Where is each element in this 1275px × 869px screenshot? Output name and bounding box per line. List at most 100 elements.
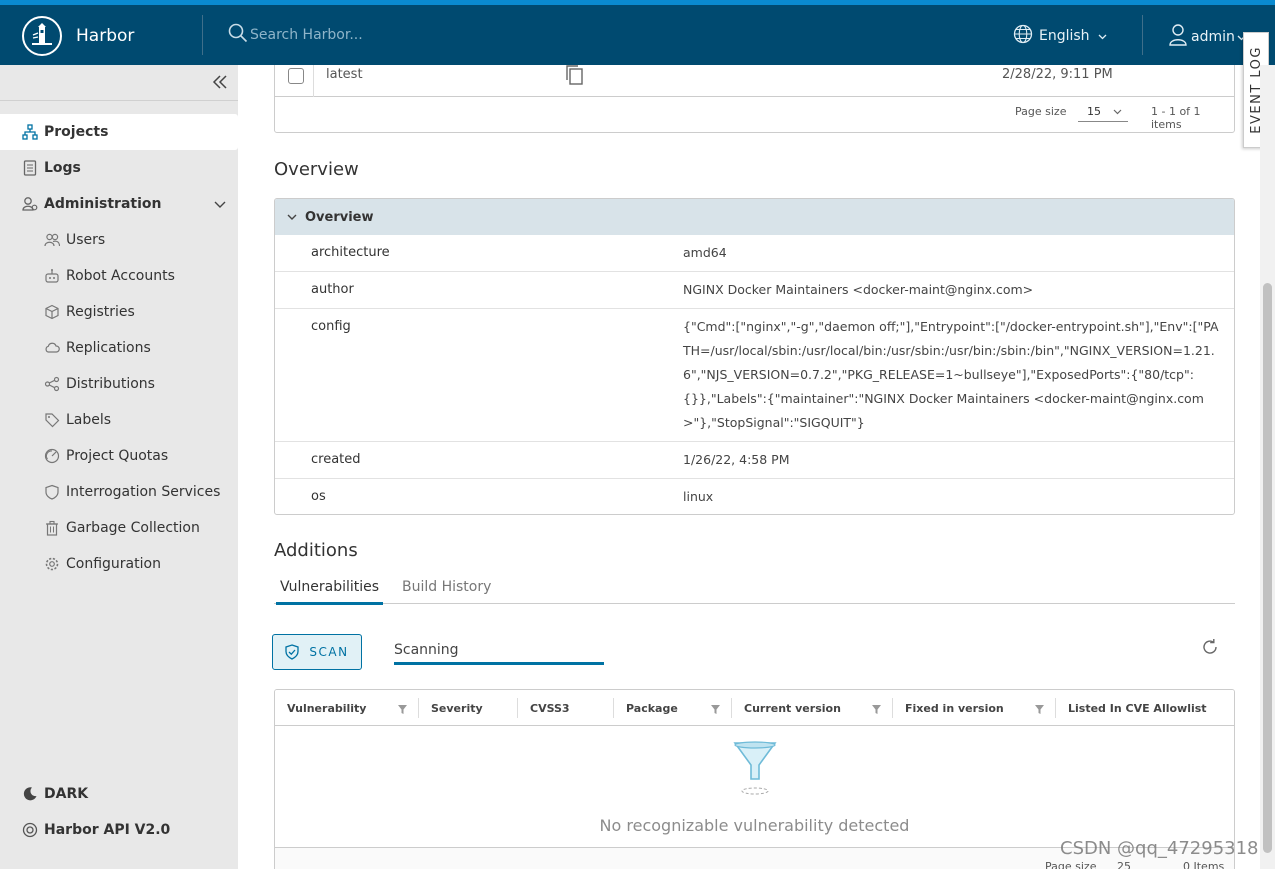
sidebar-item-projects[interactable]: Projects (0, 114, 238, 150)
row-checkbox[interactable] (288, 68, 304, 84)
overview-row: created 1/26/22, 4:58 PM (275, 442, 1234, 479)
shield-icon (44, 484, 60, 500)
sidebar-item-label: Administration (44, 196, 162, 212)
sidebar-item-configuration[interactable]: Configuration (0, 546, 238, 582)
overview-row: architecture amd64 (275, 235, 1234, 272)
scan-button-label: SCAN (309, 645, 349, 659)
search-input[interactable] (250, 27, 550, 43)
column-label: Severity (431, 701, 483, 715)
filter-icon[interactable] (711, 704, 720, 717)
column-label: Listed In CVE Allowlist (1068, 701, 1207, 715)
collapse-sidebar-icon[interactable] (212, 74, 228, 90)
chevron-down-icon (1113, 105, 1122, 118)
harbor-api-link[interactable]: Harbor API V2.0 (0, 812, 238, 848)
distributions-icon (44, 376, 60, 392)
brand[interactable]: Harbor (22, 16, 134, 56)
robot-icon (44, 268, 60, 284)
column-header-package[interactable]: Package (614, 690, 732, 726)
dark-mode-toggle[interactable]: DARK (0, 776, 238, 812)
sidebar-item-label: Garbage Collection (66, 520, 200, 536)
labels-icon (44, 412, 60, 428)
overview-panel-header[interactable]: Overview (275, 199, 1234, 235)
sidebar-item-label: Users (66, 232, 106, 248)
overview-panel: Overview architecture amd64 author NGINX… (274, 198, 1235, 515)
column-header-cvss3[interactable]: CVSS3 (518, 690, 614, 726)
sidebar-item-garbage-collection[interactable]: Garbage Collection (0, 510, 238, 546)
column-header-cve-allowlist[interactable]: Listed In CVE Allowlist (1056, 690, 1234, 726)
scan-progress-bar (394, 662, 604, 665)
sidebar-item-label: Project Quotas (66, 448, 169, 464)
refresh-icon[interactable] (1201, 638, 1219, 660)
filter-icon[interactable] (1035, 704, 1044, 717)
chevron-down-icon (287, 214, 297, 221)
tag-name: latest (326, 67, 363, 82)
sidebar-item-distributions[interactable]: Distributions (0, 366, 238, 402)
sidebar-item-administration[interactable]: Administration (0, 186, 238, 222)
overview-value: NGINX Docker Maintainers <docker-maint@n… (683, 282, 1034, 297)
table-row[interactable]: latest 2/28/22, 9:11 PM (275, 65, 1234, 97)
copy-icon[interactable] (565, 65, 585, 90)
gear-icon (44, 556, 60, 572)
overview-key: config (311, 319, 351, 334)
page-size-select[interactable]: 15 (1078, 100, 1128, 122)
grid-header: Vulnerability Severity CVSS3 Package Cur… (275, 690, 1234, 726)
watermark: CSDN @qq_47295318 (1060, 838, 1259, 859)
language-selector[interactable]: English (1013, 24, 1107, 48)
overview-row: author NGINX Docker Maintainers <docker-… (275, 272, 1234, 309)
app-name: Harbor (76, 26, 135, 46)
sidebar-item-users[interactable]: Users (0, 222, 238, 258)
sidebar-item-replications[interactable]: Replications (0, 330, 238, 366)
overview-value: amd64 (683, 245, 727, 260)
overview-key: os (311, 489, 326, 504)
overview-panel-title: Overview (305, 209, 374, 225)
overview-row: config {"Cmd":["nginx","-g","daemon off;… (275, 309, 1234, 442)
filter-icon[interactable] (872, 704, 881, 717)
harbor-logo-icon (22, 16, 62, 56)
user-icon (1169, 24, 1187, 50)
additions-tabs: Vulnerabilities Build History (274, 572, 1235, 605)
tab-build-history[interactable]: Build History (402, 579, 491, 595)
sidebar-item-project-quotas[interactable]: Project Quotas (0, 438, 238, 474)
column-label: Current version (744, 701, 841, 715)
overview-value: linux (683, 489, 714, 504)
scan-status: Scanning (394, 642, 459, 658)
api-icon (22, 822, 38, 838)
scrollbar-thumb[interactable] (1263, 283, 1272, 853)
sidebar-item-label: Registries (66, 304, 135, 320)
filter-icon[interactable] (398, 704, 407, 717)
content-scrollbar[interactable] (1260, 65, 1275, 869)
sidebar-item-robot-accounts[interactable]: Robot Accounts (0, 258, 238, 294)
sidebar-item-label: Distributions (66, 376, 155, 392)
column-header-vulnerability[interactable]: Vulnerability (275, 690, 419, 726)
page-size-label: Page size (1045, 860, 1097, 869)
sidebar-item-label: Interrogation Services (66, 484, 221, 500)
empty-funnel-icon (733, 741, 777, 799)
tab-vulnerabilities[interactable]: Vulnerabilities (276, 579, 384, 605)
chevron-down-icon (214, 197, 226, 213)
tags-grid: latest 2/28/22, 9:11 PM Page size 15 1 -… (274, 65, 1235, 133)
page-size-select[interactable]: 25 (1117, 860, 1131, 869)
users-icon (44, 232, 60, 248)
page-size-value: 15 (1087, 105, 1101, 118)
column-label: Vulnerability (287, 701, 367, 715)
empty-message: No recognizable vulnerability detected (599, 816, 910, 835)
column-header-fixed-in-version[interactable]: Fixed in version (893, 690, 1056, 726)
sidebar-item-logs[interactable]: Logs (0, 150, 238, 186)
scan-button[interactable]: SCAN (272, 634, 362, 670)
harbor-api-label: Harbor API V2.0 (44, 822, 171, 838)
column-divider (313, 65, 314, 97)
language-label: English (1039, 28, 1090, 44)
sidebar-item-interrogation-services[interactable]: Interrogation Services (0, 474, 238, 510)
column-header-current-version[interactable]: Current version (732, 690, 893, 726)
column-label: CVSS3 (530, 701, 570, 715)
sidebar-item-label: Robot Accounts (66, 268, 175, 284)
shield-check-icon (285, 644, 300, 660)
global-search[interactable] (228, 23, 550, 47)
column-header-severity[interactable]: Severity (419, 690, 518, 726)
sidebar-item-registries[interactable]: Registries (0, 294, 238, 330)
sidebar-item-labels[interactable]: Labels (0, 402, 238, 438)
administration-icon (22, 196, 38, 212)
chevron-down-icon (1098, 28, 1107, 44)
globe-icon (1013, 24, 1033, 48)
user-menu[interactable]: admin (1169, 24, 1246, 50)
